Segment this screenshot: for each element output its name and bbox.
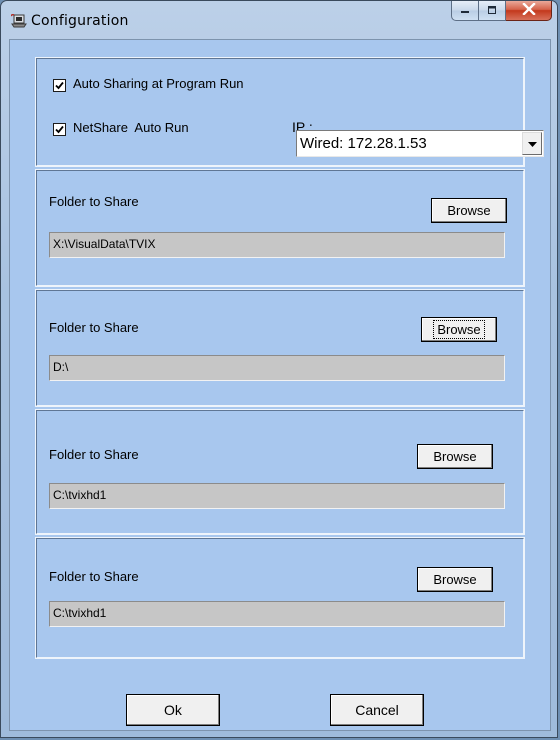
browse-button-4[interactable]: Browse [417,567,493,592]
configuration-window: Configuration Auto Sharing at Program Ru… [0,0,558,738]
maximize-icon [486,3,498,18]
close-icon [521,2,536,18]
folder-path-field-3[interactable]: C:\tvixhd1 [49,483,505,509]
folder-label-4: Folder to Share [49,569,139,584]
checkmark-icon [55,81,64,90]
ip-select-value: Wired: 172.28.1.53 [300,135,427,152]
dialog-client-area: Auto Sharing at Program Run NetShare Aut… [9,39,551,731]
ip-select[interactable]: Wired: 172.28.1.53 [296,130,544,157]
auto-sharing-label: Auto Sharing at Program Run [73,76,244,91]
browse-button-1[interactable]: Browse [431,198,507,223]
minimize-icon [459,3,471,18]
close-button[interactable] [506,1,552,21]
folder-group-3: Folder to Share Browse C:\tvixhd1 [35,409,525,535]
folder-path-field-2[interactable]: D:\ [49,355,505,381]
window-title: Configuration [31,13,129,29]
browse-button-3[interactable]: Browse [417,444,493,469]
folder-group-1: Folder to Share Browse X:\VisualData\TVI… [35,169,525,287]
folder-label-2: Folder to Share [49,320,139,335]
folder-group-2: Folder to Share Browse D:\ [35,289,525,407]
cancel-button[interactable]: Cancel [330,694,424,726]
chevron-down-icon [527,136,537,151]
folder-label-1: Folder to Share [49,194,139,209]
netshare-autorun-label: NetShare Auto Run [73,120,189,135]
maximize-button[interactable] [479,1,506,21]
auto-sharing-checkbox[interactable] [53,79,66,92]
ip-dropdown-button[interactable] [522,132,542,155]
checkmark-icon [55,125,64,134]
folder-label-3: Folder to Share [49,447,139,462]
folder-path-field-4[interactable]: C:\tvixhd1 [49,601,505,627]
folder-path-field-1[interactable]: X:\VisualData\TVIX [49,232,505,258]
ok-button[interactable]: Ok [126,694,220,726]
netshare-autorun-checkbox[interactable] [53,123,66,136]
folder-group-4: Folder to Share Browse C:\tvixhd1 [35,537,525,659]
network-share-icon [10,13,27,28]
title-bar[interactable]: Configuration [1,1,559,39]
browse-button-2[interactable]: Browse [421,317,497,342]
minimize-button[interactable] [451,1,479,21]
